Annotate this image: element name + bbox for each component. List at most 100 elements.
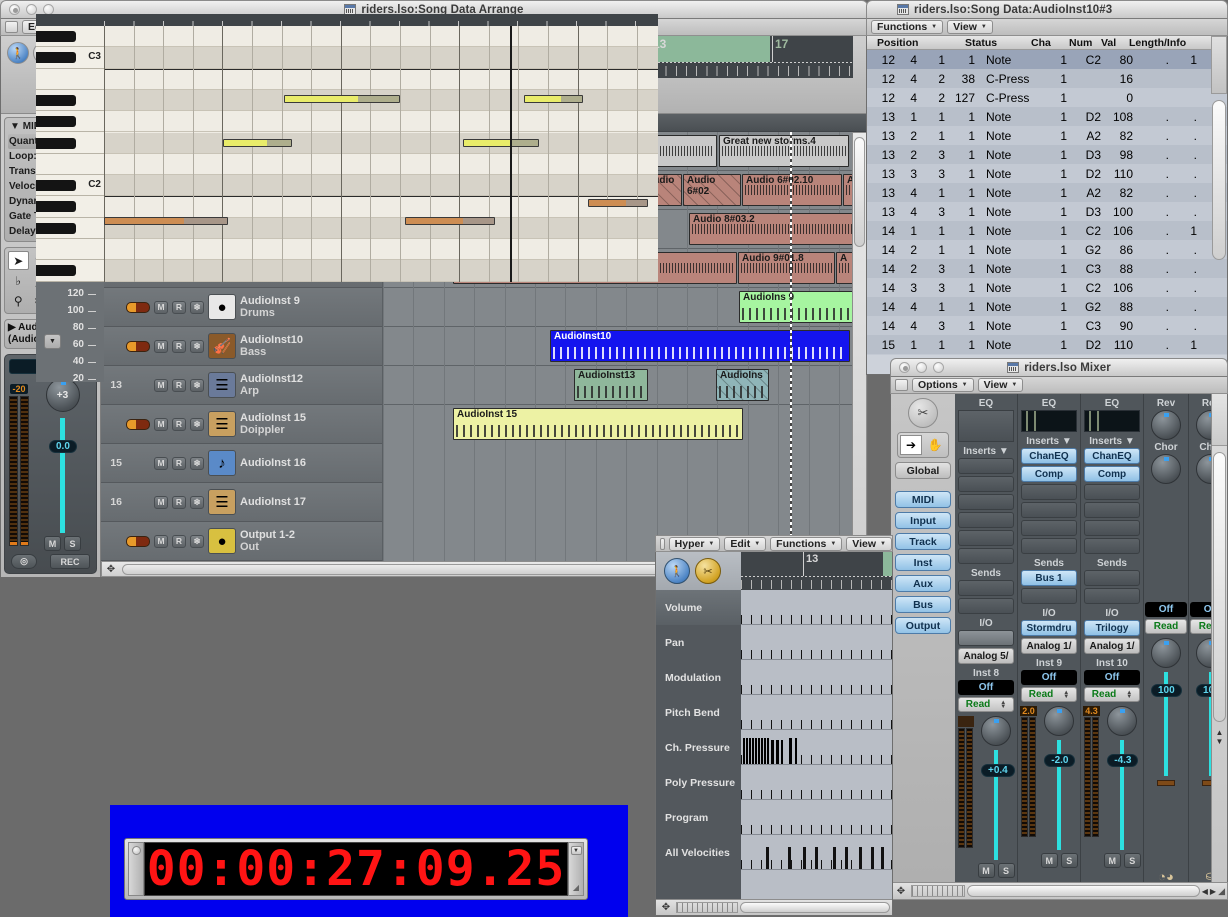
matrix-note-grid[interactable]	[104, 26, 658, 282]
move-handle-icon[interactable]: ✥	[893, 886, 909, 897]
close-button[interactable]	[132, 846, 141, 855]
insert-slot[interactable]	[958, 458, 1014, 474]
track-freeze-button[interactable]: ❄	[190, 379, 204, 392]
hyper-lane-events[interactable]	[741, 695, 892, 730]
track-volume-slider[interactable]	[126, 341, 150, 352]
mixer-filter-input[interactable]: Input	[895, 512, 951, 529]
track-name[interactable]: AudioInst 17	[240, 496, 306, 508]
track-volume-slider[interactable]	[126, 302, 150, 313]
matrix-ruler[interactable]	[36, 14, 658, 26]
note-event[interactable]	[223, 139, 292, 147]
track-header[interactable]: 13MR❄☰AudioInst12Arp	[101, 366, 382, 405]
pan-knob[interactable]	[1151, 638, 1181, 668]
pan-knob[interactable]	[1044, 706, 1074, 736]
track-mute-button[interactable]: M	[154, 535, 168, 548]
instrument-slot[interactable]	[958, 630, 1014, 646]
region[interactable]: AudioIns 9	[739, 291, 852, 323]
output-slot[interactable]: Analog 1/	[1021, 638, 1077, 654]
event-row[interactable]: 14111Note1C2106.1	[867, 221, 1227, 240]
region[interactable]: A	[843, 174, 852, 206]
insert-slot[interactable]: Comp	[1021, 466, 1077, 482]
insert-slot[interactable]	[1021, 484, 1077, 500]
mute-button[interactable]: M	[1041, 853, 1058, 868]
bass-icon[interactable]: 🎻	[208, 333, 236, 359]
walk-icon[interactable]: 🚶	[664, 558, 690, 584]
move-handle-icon[interactable]: ✥	[658, 902, 674, 913]
insert-slot[interactable]	[958, 512, 1014, 528]
output-slot[interactable]: Analog 1/	[1084, 638, 1140, 654]
track-mute-button[interactable]: M	[154, 418, 168, 431]
scroll-notch[interactable]	[1211, 36, 1227, 94]
mixer-filter-track[interactable]: Track	[895, 533, 951, 550]
mixer-filter-midi[interactable]: MIDI	[895, 491, 951, 508]
event-row[interactable]: 15211Note1A284..	[867, 354, 1227, 355]
track-mute-button[interactable]: M	[154, 340, 168, 353]
piano-icon[interactable]: ☰	[208, 411, 236, 437]
event-row[interactable]: 14211Note1G286..	[867, 240, 1227, 259]
send-slot[interactable]	[1021, 588, 1077, 604]
region[interactable]: A	[836, 252, 852, 284]
send-slot[interactable]	[1084, 570, 1140, 586]
track-header[interactable]: MR❄●Output 1-2Out	[101, 522, 382, 561]
insert-slot[interactable]	[1021, 520, 1077, 536]
insert-slot[interactable]	[1084, 538, 1140, 554]
inserts-label[interactable]: Inserts ▼	[1089, 436, 1134, 447]
automation-off[interactable]: Off	[1190, 602, 1211, 617]
chevron-right-icon[interactable]: ▶	[1210, 887, 1216, 896]
big-clock-window[interactable]: 00:00:27:09.25 ▼ ◢	[124, 838, 588, 900]
automation-mode[interactable]: Read▲▼	[1021, 687, 1077, 702]
insert-slot[interactable]	[1084, 520, 1140, 536]
mixer-tools[interactable]: ➔ ✋	[897, 432, 949, 458]
region[interactable]: AudioInst13	[574, 369, 648, 401]
hyper-lane-events[interactable]	[741, 625, 892, 660]
view-toggle-button[interactable]	[5, 21, 18, 33]
insert-slot[interactable]	[1084, 484, 1140, 500]
automation-mode[interactable]: Read	[1145, 619, 1187, 634]
track-record-button[interactable]: R	[172, 340, 186, 353]
mixer-filter-global[interactable]: Global	[895, 462, 951, 479]
eq-curve-display[interactable]	[1021, 410, 1077, 432]
menu-view[interactable]: View▼	[947, 20, 993, 34]
keyboard-icon[interactable]: ☰	[208, 372, 236, 398]
mixer-filter-inst[interactable]: Inst	[895, 554, 951, 571]
mixer-filter-output[interactable]: Output	[895, 617, 951, 634]
channel-strip[interactable]: EQInserts ▼ChanEQCompSendsI/OTrilogyAnal…	[1081, 394, 1144, 898]
close-button[interactable]	[899, 362, 910, 373]
mixer-titlebar[interactable]: riders.lso Mixer	[890, 358, 1228, 377]
mute-button[interactable]: M	[978, 863, 995, 878]
mixer-filter-aux[interactable]: Aux	[895, 575, 951, 592]
note-event[interactable]	[284, 95, 400, 103]
chevron-up-icon[interactable]: ▲	[1216, 728, 1224, 737]
automation-off[interactable]: Off	[958, 680, 1014, 695]
track-mute-button[interactable]: M	[154, 379, 168, 392]
track-freeze-button[interactable]: ❄	[190, 418, 204, 431]
menu-edit[interactable]: Edit▼	[724, 537, 766, 551]
resize-grip-icon[interactable]: ◢	[1218, 886, 1225, 897]
resize-grip-icon[interactable]: ◢	[573, 883, 579, 892]
chevron-down-icon[interactable]: ▼	[571, 846, 582, 855]
vertical-scrollbar[interactable]	[852, 132, 867, 561]
midi-channel-strip[interactable]: RevChorOffRead101⛀Stylus	[1189, 394, 1211, 898]
view-toggle-button[interactable]	[895, 379, 908, 391]
hyper-lane-modulation[interactable]: Modulation	[656, 660, 741, 695]
instrument-slot[interactable]: Stormdru	[1021, 620, 1077, 636]
track-record-button[interactable]: R	[172, 301, 186, 314]
insert-slot[interactable]	[958, 476, 1014, 492]
playhead[interactable]	[790, 132, 792, 561]
region[interactable]: AudioInst10	[550, 330, 850, 362]
insert-slot[interactable]: ChanEQ	[1021, 448, 1077, 464]
mixer-window-controls[interactable]	[891, 362, 944, 373]
zoom-slider[interactable]	[676, 902, 738, 913]
hyper-lane-grid[interactable]	[741, 590, 892, 899]
hyper-lane-all-velocities[interactable]: All Velocities	[656, 835, 741, 870]
event-list-rows[interactable]: 12411Note1C280.1124238C-Press1161242127C…	[867, 50, 1227, 355]
hyper-lane-events[interactable]	[741, 590, 892, 625]
pointer-icon[interactable]: ➤	[8, 251, 29, 270]
reverb-knob[interactable]	[1151, 410, 1181, 440]
region[interactable]: AudioIns	[716, 369, 769, 401]
playhead[interactable]	[510, 26, 512, 282]
hyper-lane-ch-pressure[interactable]: Ch. Pressure	[656, 730, 741, 765]
big-clock-left-grip[interactable]	[128, 842, 144, 896]
hyper-lane-poly-pressure[interactable]: Poly Pressure	[656, 765, 741, 800]
track-name[interactable]: AudioInst 9Drums	[240, 295, 300, 319]
